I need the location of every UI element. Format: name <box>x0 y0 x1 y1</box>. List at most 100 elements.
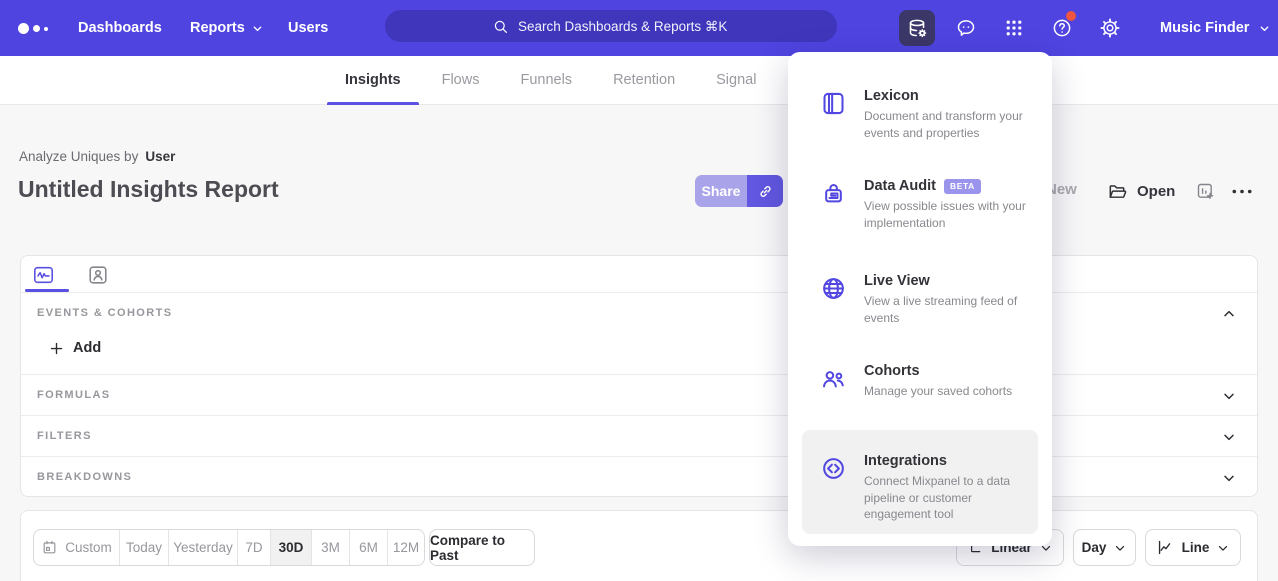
chart-controls-card: Custom Today Yesterday 7D 30D 3M 6M 12M … <box>20 510 1258 581</box>
share-button[interactable]: Share <box>695 175 747 207</box>
open-report-button[interactable]: Open <box>1107 181 1175 202</box>
chevron-up-icon[interactable] <box>1221 306 1237 322</box>
tab-retention[interactable]: Retention <box>595 56 693 105</box>
chevron-down-icon <box>251 22 264 35</box>
chevron-down-icon <box>1221 388 1237 404</box>
events-view-tab[interactable] <box>28 262 58 287</box>
menu-description: Connect Mixpanel to a data pipeline or c… <box>864 473 1036 523</box>
global-search[interactable] <box>385 10 837 42</box>
link-icon <box>756 182 775 201</box>
section-filters[interactable]: FILTERS <box>21 415 1257 456</box>
report-subtitle: Analyze Uniques by User <box>19 149 175 164</box>
data-audit-icon <box>820 180 847 207</box>
range-7d[interactable]: 7D <box>237 530 270 565</box>
nav-reports[interactable]: Reports <box>190 0 264 56</box>
range-yesterday[interactable]: Yesterday <box>168 530 237 565</box>
cohorts-people-icon <box>820 365 847 392</box>
data-management-menu: Lexicon Document and transform your even… <box>788 52 1052 546</box>
calendar-icon <box>41 539 58 556</box>
section-breakdowns[interactable]: BREAKDOWNS <box>21 456 1257 497</box>
subtitle-entity[interactable]: User <box>145 149 175 164</box>
apps-grid-icon <box>1003 17 1025 39</box>
person-card-icon <box>87 264 109 286</box>
section-formulas[interactable]: FORMULAS <box>21 374 1257 415</box>
nav-dashboards-label: Dashboards <box>78 0 162 56</box>
builder-view-strip <box>21 256 1257 293</box>
pulse-chart-icon <box>31 264 56 286</box>
range-6m[interactable]: 6M <box>349 530 387 565</box>
menu-title: Live View <box>864 273 930 289</box>
granularity-dropdown[interactable]: Day <box>1073 529 1136 566</box>
subtitle-prefix: Analyze Uniques by <box>19 149 138 164</box>
top-navbar: Dashboards Reports Users <box>0 0 1278 56</box>
chart-type-dropdown[interactable]: Line <box>1145 529 1241 566</box>
integrations-sync-icon <box>820 455 847 482</box>
tab-signal[interactable]: Signal <box>698 56 774 105</box>
chat-bubble-icon <box>955 17 977 39</box>
section-breakdowns-label: BREAKDOWNS <box>37 471 132 483</box>
line-chart-icon <box>1156 538 1175 557</box>
tab-flows[interactable]: Flows <box>424 56 498 105</box>
feedback-chat-button[interactable] <box>955 17 977 39</box>
board-add-icon <box>1195 181 1216 202</box>
range-3m[interactable]: 3M <box>311 530 349 565</box>
tab-insights[interactable]: Insights <box>327 56 419 105</box>
chevron-down-icon <box>1221 429 1237 445</box>
data-management-button[interactable] <box>899 10 935 46</box>
range-12m[interactable]: 12M <box>387 530 424 565</box>
add-event-button[interactable]: Add <box>49 340 101 356</box>
profiles-view-tab[interactable] <box>83 262 113 287</box>
query-builder-card: EVENTS & COHORTS Add FORMULAS FILTERS BR… <box>20 255 1258 497</box>
more-options-button[interactable] <box>1230 181 1254 202</box>
lexicon-book-icon <box>820 90 847 117</box>
project-name: Music Finder <box>1160 20 1249 36</box>
menu-description: Document and transform your events and p… <box>864 108 1036 141</box>
chevron-down-icon <box>1113 541 1127 555</box>
project-switcher[interactable]: Music Finder <box>1160 0 1271 56</box>
menu-title: Cohorts <box>864 363 920 379</box>
range-today[interactable]: Today <box>119 530 168 565</box>
add-label: Add <box>73 340 101 356</box>
database-gear-icon <box>906 17 929 40</box>
section-filters-label: FILTERS <box>37 430 92 442</box>
settings-button[interactable] <box>1099 17 1121 39</box>
mixpanel-logo-icon[interactable] <box>18 23 48 34</box>
menu-title: Lexicon <box>864 88 919 104</box>
compare-to-past-button[interactable]: Compare to Past <box>429 529 535 566</box>
chevron-down-icon <box>1221 470 1237 486</box>
menu-title: Data Audit <box>864 178 936 194</box>
section-events-cohorts-label: EVENTS & COHORTS <box>37 307 172 319</box>
apps-grid-button[interactable] <box>1003 17 1025 39</box>
live-view-globe-icon <box>820 275 847 302</box>
notification-dot <box>1066 11 1076 21</box>
gear-icon <box>1099 17 1121 39</box>
section-formulas-label: FORMULAS <box>37 389 111 401</box>
nav-reports-label: Reports <box>190 0 245 56</box>
range-custom[interactable]: Custom <box>34 530 119 565</box>
open-label: Open <box>1137 183 1175 200</box>
search-icon <box>492 18 509 35</box>
tab-funnels[interactable]: Funnels <box>502 56 590 105</box>
beta-badge: BETA <box>944 179 981 194</box>
search-input[interactable] <box>518 19 730 34</box>
add-to-dashboard-button[interactable] <box>1195 181 1216 202</box>
date-range-control: Custom Today Yesterday 7D 30D 3M 6M 12M <box>33 529 425 566</box>
chevron-down-icon <box>1216 541 1230 555</box>
page-title[interactable]: Untitled Insights Report <box>18 176 279 203</box>
share-split-button: Share <box>695 175 783 207</box>
nav-dashboards[interactable]: Dashboards <box>78 0 162 56</box>
chevron-down-icon <box>1258 22 1271 35</box>
report-tabbar: Insights Flows Funnels Retention Signal … <box>0 56 1278 105</box>
nav-users-label: Users <box>288 0 328 56</box>
menu-description: View possible issues with your implement… <box>864 198 1036 231</box>
copy-link-button[interactable] <box>747 175 783 207</box>
menu-title: Integrations <box>864 453 947 469</box>
menu-description: View a live streaming feed of events <box>864 293 1036 326</box>
more-horizontal-icon <box>1230 181 1254 202</box>
active-view-underline <box>25 289 69 292</box>
range-30d[interactable]: 30D <box>270 530 311 565</box>
nav-users[interactable]: Users <box>288 0 328 56</box>
menu-description: Manage your saved cohorts <box>864 383 1036 400</box>
folder-open-icon <box>1107 181 1128 202</box>
plus-icon <box>49 341 64 356</box>
